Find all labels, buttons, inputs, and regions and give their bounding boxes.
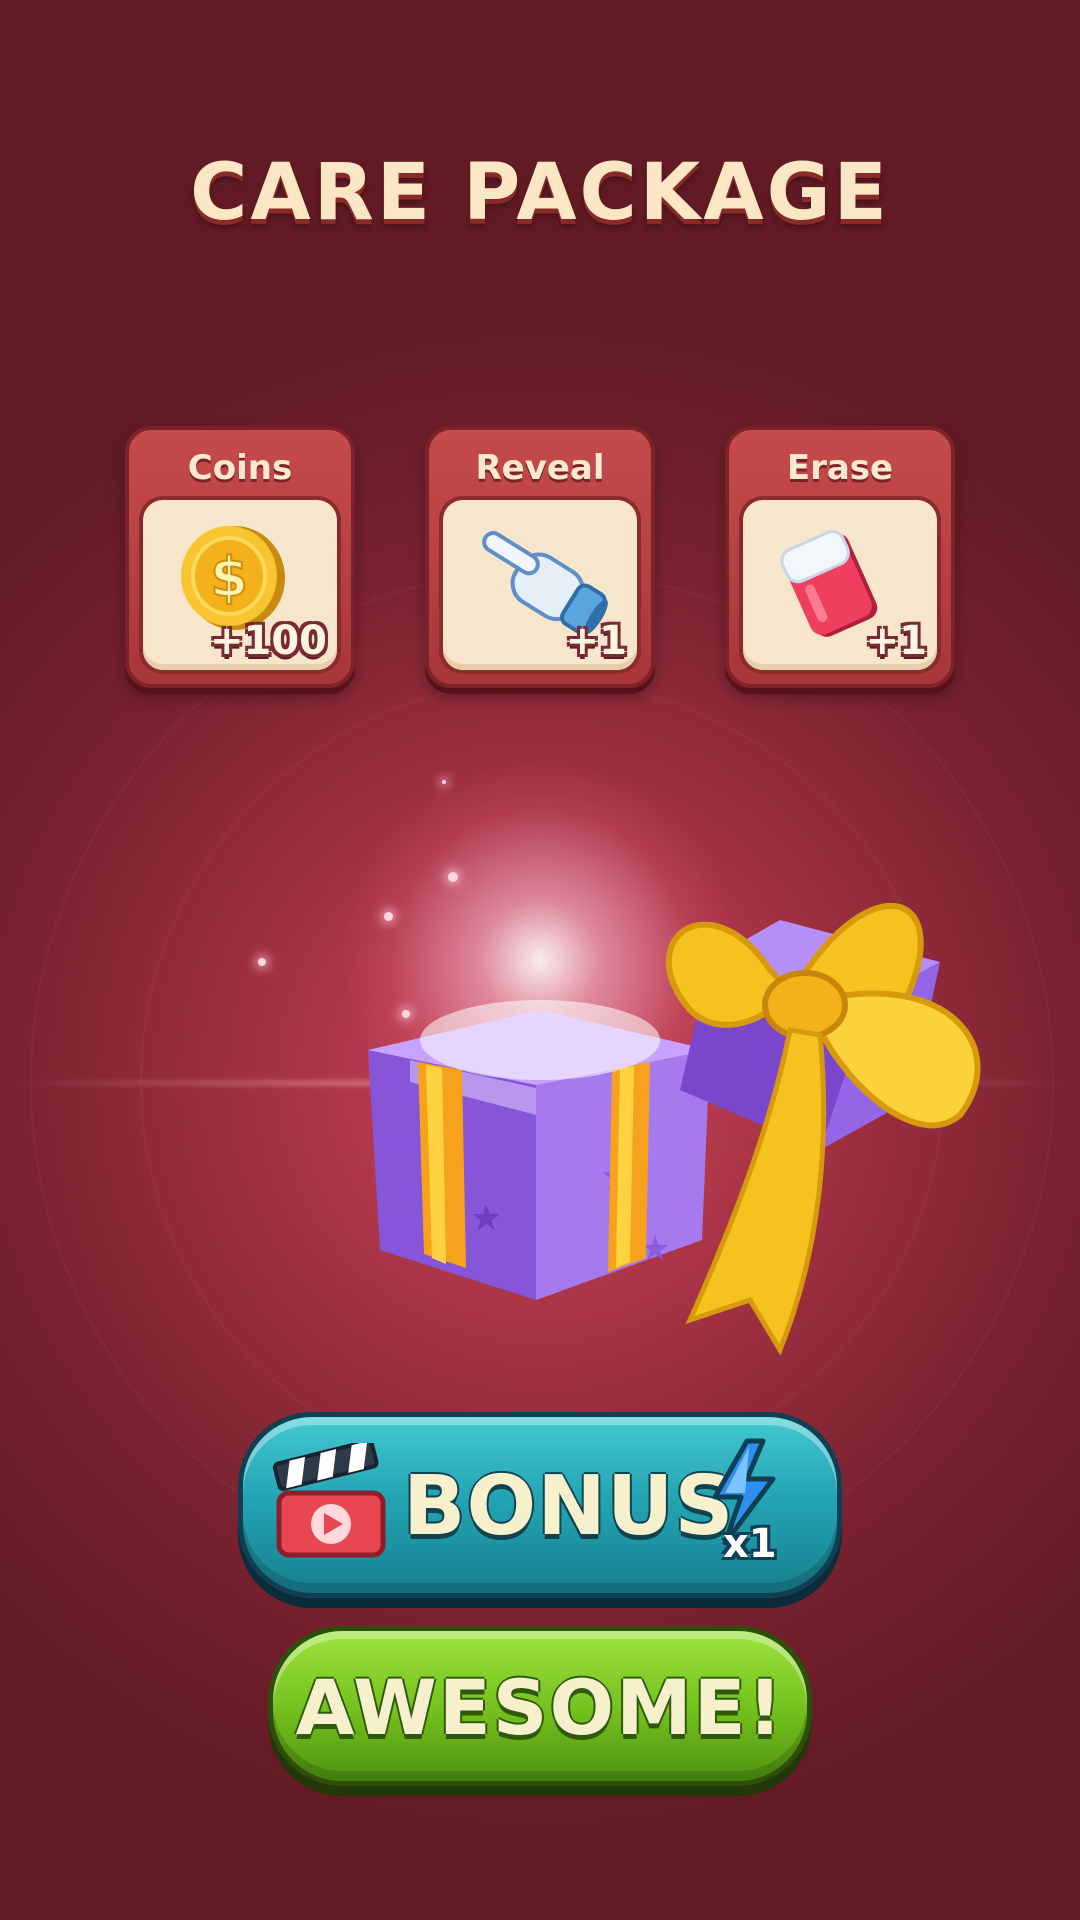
reward-icon-panel: +1 — [743, 500, 937, 670]
bonus-button[interactable]: BONUS x1 — [238, 1412, 842, 1598]
gift-box-icon: ★ ★ ★ ★ — [368, 902, 981, 1356]
reward-amount: +1 — [865, 618, 927, 664]
reward-label: Reveal — [475, 448, 605, 488]
reward-icon-panel: +1 — [443, 500, 637, 670]
bonus-multiplier: x1 — [723, 1521, 777, 1567]
sparkle — [442, 780, 446, 784]
sparkle — [258, 958, 266, 966]
reward-amount: +100 — [209, 618, 327, 664]
clapperboard-icon — [272, 1443, 386, 1558]
reward-label: Coins — [187, 448, 293, 488]
reward-card-erase: Erase +1 — [725, 426, 955, 688]
awesome-button-label: AWESOME! — [295, 1663, 785, 1752]
awesome-button[interactable]: AWESOME! — [268, 1626, 812, 1786]
reward-card-coins: Coins $ +100 — [125, 426, 355, 688]
reward-card-reveal: Reveal +1 — [425, 426, 655, 688]
svg-text:★: ★ — [470, 1198, 502, 1239]
reward-icon-panel: $ +100 — [143, 500, 337, 670]
sparkle — [448, 872, 458, 882]
svg-text:$: $ — [210, 546, 248, 609]
page-title: CARE PACKAGE — [190, 148, 890, 238]
bonus-button-label: BONUS — [403, 1459, 735, 1554]
reward-amount: +1 — [565, 618, 627, 664]
reward-label: Erase — [786, 448, 894, 488]
